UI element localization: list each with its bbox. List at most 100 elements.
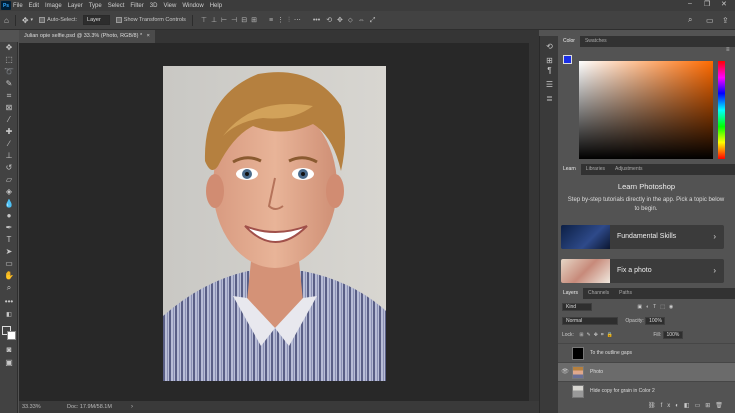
restore-icon[interactable]: ❐ [704, 0, 710, 8]
card-thumbnail [561, 259, 610, 283]
home-icon[interactable]: ⌂ [4, 16, 9, 25]
more-tools-icon[interactable]: ••• [3, 296, 15, 307]
tab-paths[interactable]: Paths [614, 288, 637, 299]
show-transform-checkbox[interactable]: Show Transform Controls [115, 17, 186, 23]
layer-row[interactable]: To the outline gaps [558, 343, 735, 362]
menu-type[interactable]: Type [89, 3, 102, 9]
lasso-tool-icon[interactable]: ➰ [3, 66, 15, 77]
foreground-color-chip[interactable] [563, 55, 572, 64]
learn-card-fix-a-photo[interactable]: Fix a photo › [561, 259, 724, 283]
default-colors-icon[interactable]: ◧ [3, 310, 15, 321]
pen-tool-icon[interactable]: ✒ [3, 222, 15, 233]
eye-icon[interactable]: 👁 [561, 368, 569, 375]
menu-window[interactable]: Window [182, 3, 203, 9]
zoom-tool-icon[interactable]: ⌕ [3, 282, 15, 293]
move-tool-icon[interactable]: ✥ [3, 42, 15, 53]
blend-mode-select[interactable]: Normal [562, 317, 618, 325]
move-tool-icon[interactable]: ✥ [22, 16, 29, 25]
3d-mode-icons[interactable]: ⟲✥⬦⇔⤢ [326, 16, 380, 25]
chevron-right-icon[interactable]: › [131, 401, 133, 413]
doc-info: Doc: 17.9M/58.1M [67, 404, 112, 410]
screen-mode-icon[interactable]: ▣ [3, 357, 15, 368]
vertical-scrollbar[interactable] [529, 43, 539, 401]
menu-select[interactable]: Select [108, 3, 125, 9]
properties-icon[interactable]: ☰ [544, 80, 555, 89]
search-icon[interactable]: ⌕ [688, 15, 692, 25]
menu-view[interactable]: View [163, 3, 176, 9]
background-color-swatch[interactable] [7, 331, 16, 340]
checkbox-icon[interactable] [39, 17, 46, 23]
document-tab[interactable]: Julian opie selfie.psd @ 33.3% (Photo, R… [19, 30, 155, 43]
more-options-icon[interactable]: ••• [313, 17, 320, 24]
eraser-tool-icon[interactable]: ▱ [3, 174, 15, 185]
share-icon[interactable]: ⇪ [722, 16, 729, 25]
minimize-icon[interactable]: – [688, 0, 692, 7]
tab-color[interactable]: Color [558, 36, 580, 47]
healing-tool-icon[interactable]: ✚ [3, 126, 15, 137]
zoom-level[interactable]: 33.33% [22, 401, 41, 413]
distribute-icons[interactable]: ≡⋮⫶⋯ [269, 16, 305, 25]
align-icons[interactable]: ⊤⊥⊢⊣⊟⊞ [201, 16, 261, 24]
menu-help[interactable]: Help [210, 3, 222, 9]
layer-row[interactable]: Hide copy for grain in Color 2 [558, 381, 735, 400]
panel-menu-icon[interactable]: ≡ [726, 47, 730, 53]
crop-tool-icon[interactable]: ⌗ [3, 90, 15, 101]
layer-name[interactable]: Photo [590, 363, 603, 382]
tab-adjustments[interactable]: Adjustments [610, 164, 648, 175]
marquee-tool-icon[interactable]: ⬚ [3, 54, 15, 65]
menu-filter[interactable]: Filter [130, 3, 143, 9]
lock-icons[interactable]: ⊞✎✥⌗🔒 [579, 332, 616, 338]
menu-edit[interactable]: Edit [29, 3, 39, 9]
history-icon[interactable]: ⟲ [544, 42, 555, 51]
tab-libraries[interactable]: Libraries [581, 164, 610, 175]
opacity-field[interactable]: 100% [645, 317, 666, 325]
layer-name[interactable]: To the outline gaps [590, 344, 632, 363]
status-bar: 33.33% Doc: 17.9M/58.1M › [19, 401, 539, 413]
menu-file[interactable]: File [13, 3, 23, 9]
close-window-icon[interactable]: ✕ [721, 0, 727, 8]
auto-select-checkbox[interactable]: Auto-Select: [39, 17, 77, 23]
history-brush-tool-icon[interactable]: ↺ [3, 162, 15, 173]
layer-row[interactable]: 👁 Photo [558, 362, 735, 381]
dodge-tool-icon[interactable]: ● [3, 210, 15, 221]
workspace-icon[interactable]: ▭ [706, 16, 714, 25]
filter-icons[interactable]: ▣◐T⬚◉ [637, 304, 677, 310]
frame-tool-icon[interactable]: ⊠ [3, 102, 15, 113]
tab-swatches[interactable]: Swatches [580, 36, 612, 47]
layer-actions[interactable]: ⛓fx◐◧▭⊞🗑 [648, 402, 728, 409]
saturation-value-picker[interactable] [579, 61, 713, 159]
layer-name[interactable]: Hide copy for grain in Color 2 [590, 382, 655, 401]
auto-select-value[interactable]: Layer [83, 15, 110, 25]
tab-layers[interactable]: Layers [558, 288, 584, 299]
learn-card-fundamental-skills[interactable]: Fundamental Skills › [561, 225, 724, 249]
hue-slider[interactable] [718, 61, 725, 159]
brush-tool-icon[interactable]: ∕ [3, 138, 15, 149]
canvas-photo[interactable] [163, 66, 386, 381]
filter-kind-select[interactable]: Kind [562, 303, 592, 311]
checkbox-icon[interactable] [115, 17, 122, 23]
tab-channels[interactable]: Channels [583, 288, 614, 299]
menu-image[interactable]: Image [45, 3, 62, 9]
menu-3d[interactable]: 3D [150, 3, 158, 9]
paragraph-icon[interactable]: ¶ [544, 66, 555, 75]
brush-settings-icon[interactable]: ⊞ [544, 56, 555, 65]
path-select-tool-icon[interactable]: ➤ [3, 246, 15, 257]
type-tool-icon[interactable]: T [3, 234, 15, 245]
rectangle-tool-icon[interactable]: ▭ [3, 258, 15, 269]
quick-mask-icon[interactable]: ◙ [3, 344, 15, 355]
eyedropper-tool-icon[interactable]: ⁄ [3, 114, 15, 125]
chevron-down-icon[interactable]: ▾ [31, 17, 34, 23]
learn-description: Step by-step tutorials directly in the a… [567, 197, 725, 212]
auto-select-dropdown[interactable]: Layer [83, 15, 110, 25]
hand-tool-icon[interactable]: ✋ [3, 270, 15, 281]
blur-tool-icon[interactable]: 💧 [3, 198, 15, 209]
adjustments-icon[interactable]: ≣ [544, 94, 555, 103]
close-tab-icon[interactable]: × [147, 33, 150, 39]
gradient-tool-icon[interactable]: ◈ [3, 186, 15, 197]
tab-learn[interactable]: Learn [558, 164, 581, 175]
fill-field[interactable]: 100% [662, 331, 683, 339]
quick-select-tool-icon[interactable]: ✎ [3, 78, 15, 89]
clone-stamp-tool-icon[interactable]: ⊥ [3, 150, 15, 161]
layer-filter[interactable]: Kind ▣◐T⬚◉ [562, 303, 677, 311]
menu-layer[interactable]: Layer [68, 3, 83, 9]
